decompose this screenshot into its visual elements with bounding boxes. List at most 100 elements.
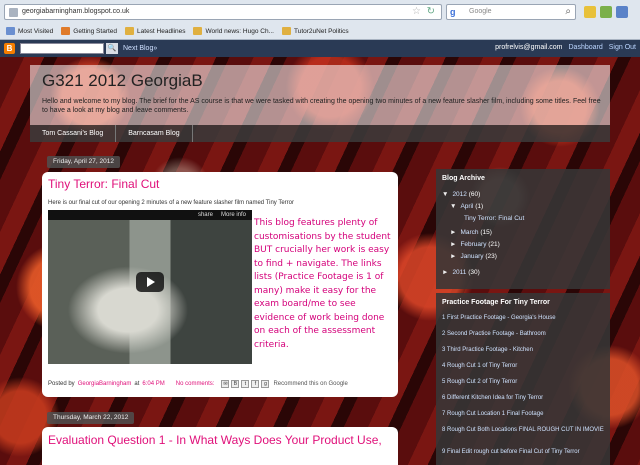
account-email: profrelvis@gmail.com <box>495 44 563 51</box>
year-count: (30) <box>468 269 480 276</box>
archive-post-link[interactable]: Tiny Terror: Final Cut <box>464 215 524 222</box>
year-count: (60) <box>468 191 481 198</box>
google-plus-icon[interactable]: g <box>261 380 270 388</box>
blog-post-2: Evaluation Question 1 - In What Ways Doe… <box>42 427 398 465</box>
archive-month-april[interactable]: ▼ April (1) <box>450 203 483 210</box>
next-blog-link[interactable]: Next Blog» <box>123 45 157 52</box>
month-count: (15) <box>480 229 492 236</box>
month-label: April <box>460 203 474 210</box>
month-label: March <box>460 229 479 236</box>
email-share-icon[interactable]: ✉ <box>221 380 230 388</box>
blog-header: G321 2012 GeorgiaB Hello and welcome to … <box>30 65 610 125</box>
twitter-icon[interactable]: t <box>241 380 250 388</box>
blog-search-input[interactable] <box>20 43 104 54</box>
post-intro: Here is our final cut of our opening 2 m… <box>48 200 295 206</box>
bookmark-label: Most Visited <box>18 27 54 35</box>
archive-year-2011[interactable]: ► 2011 (30) <box>442 269 480 276</box>
bookmark-star-icon[interactable]: ☆ <box>412 6 421 17</box>
addon-icon[interactable] <box>584 6 596 18</box>
search-icon[interactable]: ⌕ <box>565 6 571 17</box>
month-count: (23) <box>485 253 497 260</box>
bookmark-label: Getting Started <box>73 27 118 35</box>
post-date-header-2: Thursday, March 22, 2012 <box>47 412 135 424</box>
archive-month-march[interactable]: ► March (15) <box>450 229 492 236</box>
footage-link[interactable]: 4 Rough Cut 1 of Tiny Terror <box>442 363 608 370</box>
post-date-header: Friday, April 27, 2012 <box>47 156 120 168</box>
navbar-account: profrelvis@gmail.com Dashboard Sign Out <box>495 44 636 51</box>
collapsed-arrow-icon: ► <box>450 241 457 248</box>
tab-tom-cassani[interactable]: Tom Cassani's Blog <box>30 125 117 142</box>
blog-tabs: Tom Cassani's Blog Barncasam Blog <box>30 125 610 142</box>
collapsed-arrow-icon: ► <box>450 229 457 236</box>
blogthis-icon[interactable]: B <box>231 380 240 388</box>
footage-link[interactable]: 3 Third Practice Footage - Kitchen <box>442 347 608 354</box>
bookmark-getting-started[interactable]: Getting Started <box>61 27 117 35</box>
post-title-2[interactable]: Evaluation Question 1 - In What Ways Doe… <box>48 433 382 447</box>
bookmark-world-news[interactable]: World news: Hugo Ch... <box>193 27 274 35</box>
search-bar[interactable]: g Google ⌕ <box>446 4 576 20</box>
google-icon: g <box>450 7 456 17</box>
blog-search-button[interactable]: 🔍 <box>106 43 118 54</box>
archive-month-february[interactable]: ► February (21) <box>450 241 500 248</box>
blog-page: G321 2012 GeorgiaB Hello and welcome to … <box>0 57 640 465</box>
browser-toolbar: georgiabarningham.blogspot.co.uk ☆ ↻ g G… <box>0 0 640 40</box>
facebook-icon[interactable]: f <box>251 380 260 388</box>
author-link[interactable]: GeorgiaBarningham <box>78 381 132 387</box>
download-icon[interactable] <box>600 6 612 18</box>
video-info-button[interactable]: More info <box>221 212 246 218</box>
tab-barncasam[interactable]: Barncasam Blog <box>116 125 193 142</box>
blog-post: Tiny Terror: Final Cut Here is our final… <box>42 172 398 397</box>
blog-title[interactable]: G321 2012 GeorgiaB <box>42 71 203 91</box>
practice-footage-widget: Practice Footage For Tiny Terror 1 First… <box>436 293 610 465</box>
footage-link[interactable]: 6 Different Kitchen Idea for Tiny Terror <box>442 395 608 402</box>
video-top-bar: share More info <box>48 210 252 220</box>
gear-icon <box>6 27 15 35</box>
sign-out-link[interactable]: Sign Out <box>609 44 636 51</box>
folder-icon <box>193 27 203 35</box>
archive-year-2012[interactable]: ▼ 2012 (60) <box>442 191 480 198</box>
post-footer: Posted by GeorgiaBarningham at 6:04 PM N… <box>48 380 348 388</box>
footage-link[interactable]: 1 First Practice Footage - Georgia's Hou… <box>442 315 608 322</box>
footage-link[interactable]: 8 Rough Cut Both Locations FINAL ROUGH C… <box>442 427 608 434</box>
comments-link[interactable]: No comments: <box>176 381 215 387</box>
archive-title: Blog Archive <box>442 175 485 182</box>
video-player[interactable]: share More info <box>48 210 252 364</box>
bookmark-tutor2unet[interactable]: Tutor2uNet Politics <box>281 27 349 35</box>
recommend-label: Recommend this on Google <box>273 381 348 387</box>
rss-folder-icon <box>125 27 135 35</box>
at-label: at <box>134 381 140 387</box>
month-label: February <box>460 241 487 248</box>
video-share-button[interactable]: share <box>198 212 213 218</box>
site-favicon-icon <box>9 8 18 17</box>
expanded-arrow-icon: ▼ <box>442 191 449 198</box>
address-bar[interactable]: georgiabarningham.blogspot.co.uk ☆ ↻ <box>4 4 442 20</box>
teacher-annotation: This blog features plenty of customisati… <box>254 218 391 350</box>
blogger-logo-icon[interactable]: B <box>4 43 15 54</box>
reload-icon[interactable]: ↻ <box>427 6 435 17</box>
footage-link[interactable]: 9 Final Edit rough cut before Final Cut … <box>442 449 608 456</box>
play-icon[interactable] <box>136 272 164 292</box>
folder-icon <box>281 27 291 35</box>
bookmark-most-visited[interactable]: Most Visited <box>6 27 53 35</box>
collapsed-arrow-icon: ► <box>442 269 449 276</box>
footage-link[interactable]: 5 Rough Cut 2 of Tiny Terror <box>442 379 608 386</box>
collapsed-arrow-icon: ► <box>450 253 457 260</box>
post-time-link[interactable]: 6:04 PM <box>142 381 164 387</box>
bookmark-latest-headlines[interactable]: Latest Headlines <box>125 27 185 35</box>
dashboard-link[interactable]: Dashboard <box>569 44 603 51</box>
month-label: January <box>460 253 484 260</box>
blog-archive-widget: Blog Archive ▼ 2012 (60) ▼ April (1) Tiny … <box>436 169 610 289</box>
footage-link[interactable]: 7 Rough Cut Location 1 Final Footage <box>442 411 608 418</box>
footage-link[interactable]: 2 Second Practice Footage - Bathroom <box>442 331 608 338</box>
archive-month-january[interactable]: ► January (23) <box>450 253 497 260</box>
year-label: 2011 <box>452 269 467 276</box>
month-count: (21) <box>488 241 500 248</box>
expanded-arrow-icon: ▼ <box>450 203 457 210</box>
address-url: georgiabarningham.blogspot.co.uk <box>22 8 130 15</box>
bookmark-label: Latest Headlines <box>137 27 186 35</box>
video-thumbnail <box>48 220 252 364</box>
post-title[interactable]: Tiny Terror: Final Cut <box>48 177 159 191</box>
blogger-navbar: B 🔍 Next Blog» profrelvis@gmail.com Dash… <box>0 40 640 57</box>
blog-description: Hello and welcome to my blog. The brief … <box>42 98 601 114</box>
home-icon[interactable] <box>616 6 628 18</box>
